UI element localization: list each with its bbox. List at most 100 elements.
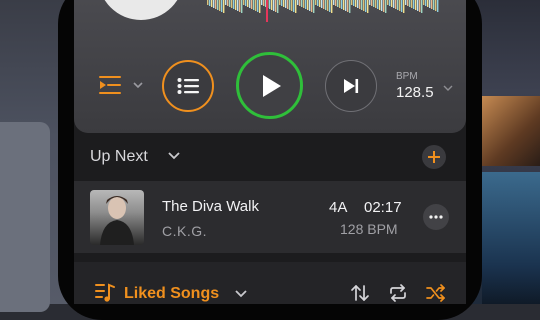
waveform-bar <box>401 0 403 12</box>
waveform-bar <box>281 0 283 6</box>
play-button[interactable] <box>236 52 303 119</box>
playhead[interactable] <box>266 0 268 22</box>
add-button[interactable] <box>422 145 446 169</box>
waveform-bar <box>375 0 377 8</box>
waveform-bar <box>369 0 371 5</box>
list-icon <box>177 78 199 94</box>
waveform-bar <box>217 0 219 10</box>
waveform-bar <box>269 0 271 9</box>
waveform-bar <box>387 0 389 5</box>
waveform-bar <box>335 0 337 6</box>
waveform-bar <box>355 0 357 7</box>
waveform-bar <box>209 0 211 6</box>
waveform-bar <box>431 0 433 9</box>
waveform-bar <box>357 0 359 8</box>
shuffle-icon[interactable] <box>426 284 446 302</box>
waveform-bar <box>293 0 295 12</box>
waveform-bar <box>417 0 419 11</box>
waveform-bar <box>427 0 429 7</box>
waveform-bar <box>433 0 435 10</box>
waveform-bar <box>409 0 411 7</box>
plus-icon <box>428 151 440 163</box>
more-icon <box>429 215 443 219</box>
waveform-bar <box>309 0 311 11</box>
cover-portrait <box>100 196 134 245</box>
waveform-bar <box>373 0 375 7</box>
waveform-bar <box>415 0 417 10</box>
waveform-bar <box>381 0 383 11</box>
waveform-bar <box>249 0 251 8</box>
waveform-bar <box>211 0 213 7</box>
waveform-bar <box>341 0 343 9</box>
queue-list-button[interactable] <box>162 60 214 112</box>
waveform-bar <box>213 0 215 8</box>
waveform-bar <box>277 0 279 13</box>
waveform-bar <box>291 0 293 11</box>
background-artwork <box>482 96 540 166</box>
chevron-down-icon[interactable] <box>132 80 144 90</box>
waveform-bar <box>225 0 227 5</box>
waveform-bar <box>333 0 335 5</box>
bpm-value[interactable]: 128.5 <box>396 84 434 101</box>
waveform-bar <box>253 0 255 10</box>
waveform-bar <box>425 0 427 6</box>
waveform-bar <box>389 0 391 6</box>
playlist-name[interactable]: Liked Songs <box>124 285 219 303</box>
waveform-bar <box>305 0 307 9</box>
waveform-bar <box>391 0 393 7</box>
chevron-down-icon[interactable] <box>443 84 453 92</box>
waveform-bar <box>393 0 395 8</box>
waveform[interactable] <box>207 0 439 14</box>
waveform-bar <box>429 0 431 8</box>
waveform-bar <box>279 0 281 5</box>
waveform-bar <box>395 0 397 9</box>
waveform-bar <box>311 0 313 12</box>
waveform-bar <box>255 0 257 11</box>
chevron-down-icon[interactable] <box>167 151 181 161</box>
deck-panel: BPM 128.5 <box>74 0 466 133</box>
waveform-bar <box>241 0 243 13</box>
waveform-bar <box>383 0 385 12</box>
waveform-bar <box>315 0 317 5</box>
waveform-bar <box>313 0 315 13</box>
skip-next-icon <box>344 79 359 93</box>
more-options-button[interactable] <box>423 204 449 230</box>
waveform-bar <box>307 0 309 10</box>
waveform-bar <box>323 0 325 9</box>
waveform-bar <box>367 0 369 13</box>
album-cover <box>90 190 144 245</box>
waveform-bar <box>361 0 363 10</box>
waveform-bar <box>261 0 263 5</box>
waveform-bar <box>299 0 301 6</box>
track-title: The Diva Walk <box>162 198 259 215</box>
track-duration: 02:17 <box>364 199 402 216</box>
waveform-bar <box>403 0 405 13</box>
waveform-bar <box>227 0 229 6</box>
waveform-bar <box>377 0 379 9</box>
track-bpm: 128 BPM <box>340 221 398 237</box>
playlist-bar: Liked Songs <box>74 262 466 304</box>
waveform-bar <box>207 0 209 5</box>
waveform-bar <box>257 0 259 12</box>
waveform-bar <box>243 0 245 5</box>
waveform-bar <box>397 0 399 10</box>
waveform-bar <box>419 0 421 12</box>
waveform-bar <box>247 0 249 7</box>
waveform-bar <box>273 0 275 11</box>
repeat-icon[interactable] <box>388 284 408 302</box>
playlist-icon[interactable] <box>94 282 116 304</box>
waveform-bar <box>263 0 265 6</box>
track-row[interactable]: The Diva Walk C.K.G. 4A 02:17 128 BPM <box>74 181 466 253</box>
queue-icon[interactable] <box>98 74 122 96</box>
waveform-bar <box>229 0 231 7</box>
up-next-title[interactable]: Up Next <box>90 148 148 166</box>
waveform-bar <box>423 0 425 5</box>
chevron-down-icon[interactable] <box>234 289 248 299</box>
waveform-bar <box>327 0 329 11</box>
waveform-bar <box>385 0 387 13</box>
waveform-bar <box>251 0 253 9</box>
waveform-bar <box>405 0 407 5</box>
waveform-bar <box>321 0 323 8</box>
skip-next-button[interactable] <box>325 60 377 112</box>
sort-icon[interactable] <box>350 284 370 302</box>
